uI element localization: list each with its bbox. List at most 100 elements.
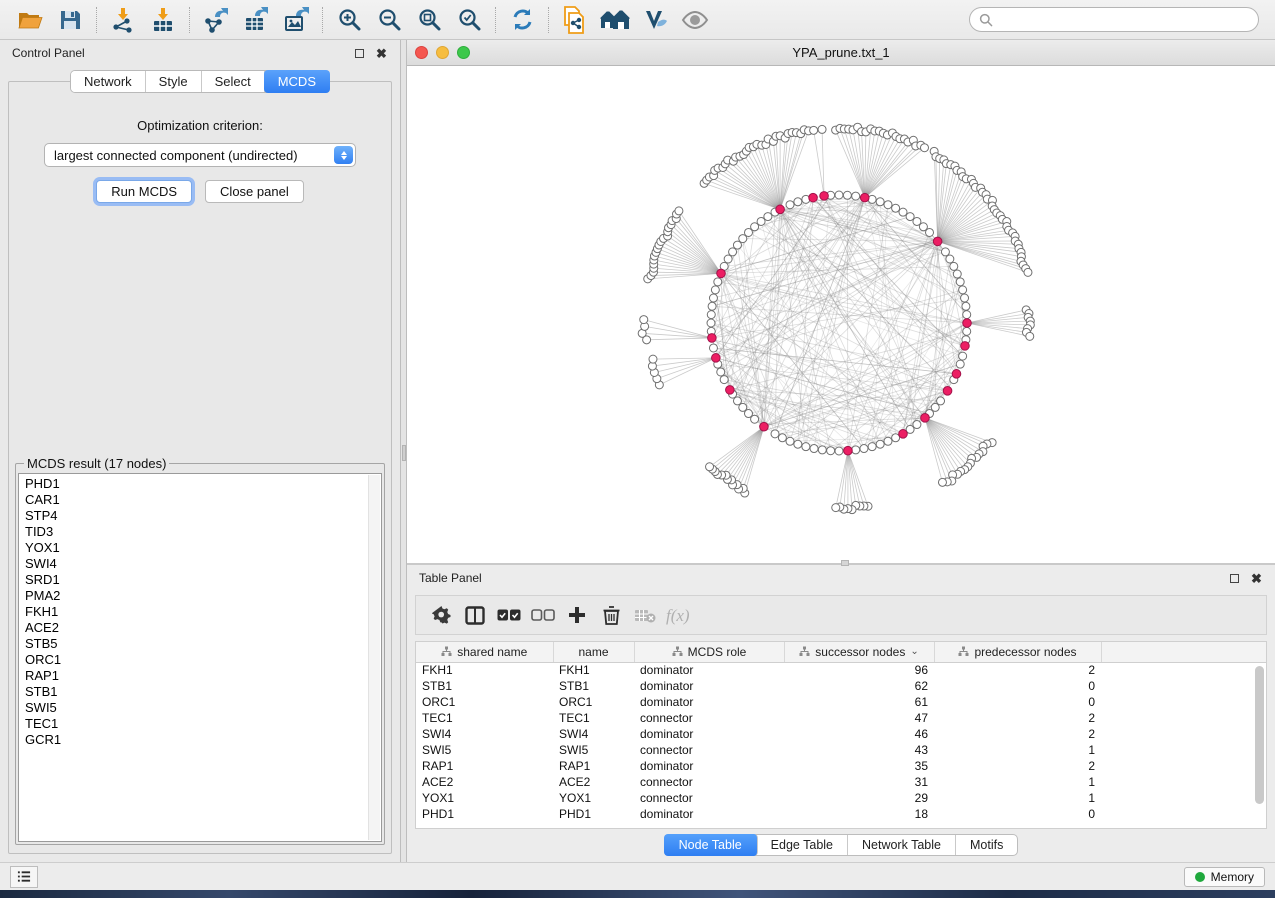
mcds-result-item[interactable]: STB5 bbox=[25, 636, 381, 652]
graph-hub-node[interactable] bbox=[963, 319, 972, 328]
graph-node[interactable] bbox=[941, 248, 949, 256]
graph-node[interactable] bbox=[852, 446, 860, 454]
zoom-fit-button[interactable] bbox=[409, 4, 449, 36]
graph-hub-node[interactable] bbox=[708, 334, 717, 343]
delete-table-button[interactable] bbox=[628, 600, 662, 630]
export-network-button[interactable] bbox=[196, 4, 236, 36]
graph-node[interactable] bbox=[953, 270, 961, 278]
graph-node[interactable] bbox=[892, 204, 900, 212]
graphics-details-button[interactable] bbox=[635, 4, 675, 36]
graph-node[interactable] bbox=[843, 191, 851, 199]
graph-hub-node[interactable] bbox=[726, 386, 735, 395]
graph-node[interactable] bbox=[956, 278, 964, 286]
memory-button[interactable]: Memory bbox=[1184, 867, 1265, 887]
graph-node[interactable] bbox=[675, 207, 683, 215]
graph-node[interactable] bbox=[786, 437, 794, 445]
graph-node[interactable] bbox=[835, 191, 843, 199]
graph-node[interactable] bbox=[876, 198, 884, 206]
graph-hub-node[interactable] bbox=[921, 414, 930, 423]
graph-node[interactable] bbox=[1026, 332, 1034, 340]
table-row[interactable]: FKH1FKH1dominator962 bbox=[416, 662, 1266, 678]
graph-hub-node[interactable] bbox=[717, 269, 726, 278]
column-header-shared-name[interactable]: shared name bbox=[416, 642, 553, 662]
float-panel-button[interactable] bbox=[355, 47, 367, 59]
close-panel-button-mcds[interactable]: Close panel bbox=[205, 180, 304, 203]
table-row[interactable]: RAP1RAP1dominator352 bbox=[416, 758, 1266, 774]
criterion-dropdown[interactable]: largest connected component (undirected) bbox=[44, 143, 356, 167]
list-scrollbar[interactable] bbox=[368, 475, 380, 840]
graph-node[interactable] bbox=[802, 443, 810, 451]
graph-hub-node[interactable] bbox=[943, 387, 952, 396]
graph-hub-node[interactable] bbox=[776, 205, 785, 214]
graph-node[interactable] bbox=[794, 198, 802, 206]
graph-node[interactable] bbox=[963, 327, 971, 335]
graph-node[interactable] bbox=[913, 421, 921, 429]
graph-node[interactable] bbox=[711, 286, 719, 294]
close-panel-button[interactable]: ✖ bbox=[376, 47, 388, 59]
show-hide-details-button[interactable] bbox=[675, 4, 715, 36]
graph-node[interactable] bbox=[707, 311, 715, 319]
mcds-result-item[interactable]: SWI5 bbox=[25, 700, 381, 716]
splitter-grip[interactable] bbox=[402, 445, 406, 461]
network-overview-button[interactable] bbox=[595, 4, 635, 36]
tab-edge-table[interactable]: Edge Table bbox=[757, 835, 848, 855]
tab-network-table[interactable]: Network Table bbox=[848, 835, 956, 855]
graph-node[interactable] bbox=[810, 445, 818, 453]
graph-node[interactable] bbox=[906, 213, 914, 221]
float-table-panel-button[interactable] bbox=[1230, 572, 1242, 584]
graph-node[interactable] bbox=[794, 440, 802, 448]
graph-node[interactable] bbox=[709, 344, 717, 352]
graph-node[interactable] bbox=[709, 294, 717, 302]
search-field[interactable] bbox=[969, 7, 1259, 32]
graph-node[interactable] bbox=[876, 440, 884, 448]
graph-node[interactable] bbox=[1024, 268, 1032, 276]
mcds-result-item[interactable]: SRD1 bbox=[25, 572, 381, 588]
mcds-result-item[interactable]: GCR1 bbox=[25, 732, 381, 748]
graph-node[interactable] bbox=[757, 217, 765, 225]
graph-node[interactable] bbox=[729, 248, 737, 256]
table-row[interactable]: PHD1PHD1dominator180 bbox=[416, 806, 1266, 822]
table-row[interactable]: ORC1ORC1dominator610 bbox=[416, 694, 1266, 710]
table-row[interactable]: YOX1YOX1connector291 bbox=[416, 790, 1266, 806]
graph-hub-node[interactable] bbox=[952, 370, 961, 379]
graph-hub-node[interactable] bbox=[860, 193, 869, 202]
mcds-result-list[interactable]: PHD1CAR1STP4TID3YOX1SWI4SRD1PMA2FKH1ACE2… bbox=[18, 473, 382, 842]
graph-hub-node[interactable] bbox=[961, 342, 970, 351]
graph-node[interactable] bbox=[827, 447, 835, 455]
mcds-result-item[interactable]: YOX1 bbox=[25, 540, 381, 556]
tab-network[interactable]: Network bbox=[71, 71, 146, 92]
network-canvas[interactable] bbox=[407, 66, 1275, 563]
column-header-MCDS-role[interactable]: MCDS role bbox=[634, 642, 784, 662]
graph-node[interactable] bbox=[963, 311, 971, 319]
zoom-selected-button[interactable] bbox=[449, 4, 489, 36]
graph-node[interactable] bbox=[786, 201, 794, 209]
graph-node[interactable] bbox=[959, 352, 967, 360]
graph-node[interactable] bbox=[835, 447, 843, 455]
tab-motifs[interactable]: Motifs bbox=[956, 835, 1017, 855]
horizontal-splitter[interactable] bbox=[407, 563, 1275, 565]
graph-node[interactable] bbox=[938, 478, 946, 486]
graph-node[interactable] bbox=[950, 262, 958, 270]
save-session-button[interactable] bbox=[50, 4, 90, 36]
mcds-result-item[interactable]: ORC1 bbox=[25, 652, 381, 668]
column-header-name[interactable]: name bbox=[553, 642, 634, 662]
graph-node[interactable] bbox=[707, 319, 715, 327]
tab-select[interactable]: Select bbox=[202, 71, 265, 92]
graph-node[interactable] bbox=[810, 126, 818, 134]
graph-node[interactable] bbox=[962, 302, 970, 310]
graph-node[interactable] bbox=[764, 213, 772, 221]
table-settings-button[interactable] bbox=[424, 600, 458, 630]
graph-node[interactable] bbox=[724, 255, 732, 263]
graph-node[interactable] bbox=[956, 360, 964, 368]
mcds-result-item[interactable]: CAR1 bbox=[25, 492, 381, 508]
mcds-result-item[interactable]: PHD1 bbox=[25, 476, 381, 492]
graph-node[interactable] bbox=[926, 228, 934, 236]
column-header-predecessor-nodes[interactable]: predecessor nodes bbox=[934, 642, 1101, 662]
select-all-button[interactable] bbox=[492, 600, 526, 630]
close-table-panel-button[interactable]: ✖ bbox=[1251, 572, 1263, 584]
graph-node[interactable] bbox=[778, 434, 786, 442]
graph-node[interactable] bbox=[884, 437, 892, 445]
mcds-result-item[interactable]: TID3 bbox=[25, 524, 381, 540]
tab-style[interactable]: Style bbox=[146, 71, 202, 92]
mcds-result-item[interactable]: TEC1 bbox=[25, 716, 381, 732]
